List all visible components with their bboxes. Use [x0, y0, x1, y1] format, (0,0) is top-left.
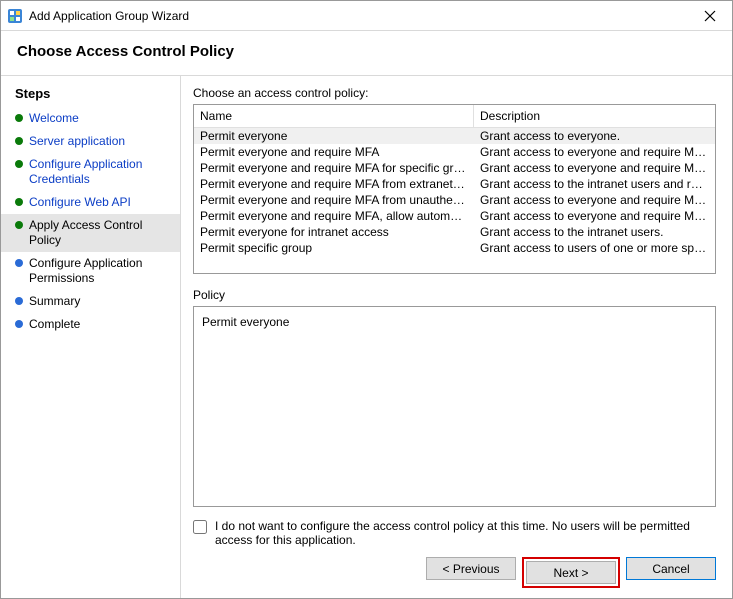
policy-rows: Permit everyone Grant access to everyone…	[194, 128, 715, 273]
steps-sidebar: Steps Welcome Server application Configu…	[1, 76, 181, 598]
step-dot-icon	[15, 114, 23, 122]
step-dot-icon	[15, 320, 23, 328]
policy-row[interactable]: Permit specific group Grant access to us…	[194, 240, 715, 256]
policy-row[interactable]: Permit everyone and require MFA, allow a…	[194, 208, 715, 224]
step-dot-icon	[15, 137, 23, 145]
col-desc-header[interactable]: Description	[474, 105, 715, 127]
policy-desc: Grant access to the intranet users.	[474, 224, 715, 240]
step-label: Apply Access Control Policy	[29, 218, 170, 248]
policy-row[interactable]: Permit everyone for intranet access Gran…	[194, 224, 715, 240]
policy-list-header: Name Description	[194, 105, 715, 128]
policy-desc: Grant access to everyone and require MFA…	[474, 160, 715, 176]
policy-row[interactable]: Permit everyone and require MFA Grant ac…	[194, 144, 715, 160]
step-dot-icon	[15, 297, 23, 305]
titlebar: Add Application Group Wizard	[1, 1, 732, 31]
opt-out-row: I do not want to configure the access co…	[193, 519, 716, 547]
app-icon	[7, 8, 23, 24]
step-label: Configure Web API	[29, 195, 170, 210]
policy-desc: Grant access to everyone and require MFA…	[474, 144, 715, 160]
opt-out-label: I do not want to configure the access co…	[215, 519, 716, 547]
page-header: Choose Access Control Policy	[1, 31, 732, 76]
main-panel: Choose an access control policy: Name De…	[181, 76, 732, 598]
policy-name: Permit everyone	[194, 128, 474, 144]
step-label: Summary	[29, 294, 170, 309]
policy-name: Permit everyone and require MFA from ext…	[194, 176, 474, 192]
step-configure-credentials[interactable]: Configure Application Credentials	[1, 153, 180, 191]
wizard-window: Add Application Group Wizard Choose Acce…	[0, 0, 733, 599]
wizard-buttons: < Previous Next > Cancel	[193, 557, 716, 588]
step-label: Configure Application Permissions	[29, 256, 170, 286]
step-complete[interactable]: Complete	[1, 313, 180, 336]
policy-desc: Grant access to everyone.	[474, 128, 715, 144]
step-dot-icon	[15, 221, 23, 229]
policy-desc: Grant access to everyone and require MFA…	[474, 192, 715, 208]
close-button[interactable]	[687, 1, 732, 30]
content: Steps Welcome Server application Configu…	[1, 76, 732, 598]
step-dot-icon	[15, 198, 23, 206]
policy-name: Permit everyone for intranet access	[194, 224, 474, 240]
policy-row[interactable]: Permit everyone and require MFA from una…	[194, 192, 715, 208]
policy-desc: Grant access to the intranet users and r…	[474, 176, 715, 192]
close-icon	[704, 10, 716, 22]
step-summary[interactable]: Summary	[1, 290, 180, 313]
policy-list[interactable]: Name Description Permit everyone Grant a…	[193, 104, 716, 274]
step-configure-web-api[interactable]: Configure Web API	[1, 191, 180, 214]
policy-row[interactable]: Permit everyone Grant access to everyone…	[194, 128, 715, 144]
col-name-header[interactable]: Name	[194, 105, 474, 127]
policy-name: Permit everyone and require MFA, allow a…	[194, 208, 474, 224]
opt-out-checkbox[interactable]	[193, 520, 207, 534]
step-apply-access-control[interactable]: Apply Access Control Policy	[1, 214, 180, 252]
step-server-application[interactable]: Server application	[1, 130, 180, 153]
next-button-highlight: Next >	[522, 557, 620, 588]
policy-name: Permit everyone and require MFA for spec…	[194, 160, 474, 176]
window-title: Add Application Group Wizard	[29, 9, 189, 23]
step-dot-icon	[15, 259, 23, 267]
policy-detail-box: Permit everyone	[193, 306, 716, 507]
previous-button[interactable]: < Previous	[426, 557, 516, 580]
steps-heading: Steps	[1, 82, 180, 107]
policy-desc: Grant access to everyone and require MFA…	[474, 208, 715, 224]
policy-detail-text: Permit everyone	[202, 315, 289, 329]
policy-detail-label: Policy	[193, 288, 716, 302]
policy-name: Permit specific group	[194, 240, 474, 256]
choose-policy-label: Choose an access control policy:	[193, 86, 716, 100]
step-configure-permissions[interactable]: Configure Application Permissions	[1, 252, 180, 290]
cancel-button[interactable]: Cancel	[626, 557, 716, 580]
page-title: Choose Access Control Policy	[17, 43, 716, 60]
step-label: Welcome	[29, 111, 170, 126]
step-label: Server application	[29, 134, 170, 149]
policy-row[interactable]: Permit everyone and require MFA for spec…	[194, 160, 715, 176]
step-dot-icon	[15, 160, 23, 168]
step-welcome[interactable]: Welcome	[1, 107, 180, 130]
policy-name: Permit everyone and require MFA from una…	[194, 192, 474, 208]
policy-name: Permit everyone and require MFA	[194, 144, 474, 160]
policy-desc: Grant access to users of one or more spe…	[474, 240, 715, 256]
next-button[interactable]: Next >	[526, 561, 616, 584]
step-label: Complete	[29, 317, 170, 332]
step-label: Configure Application Credentials	[29, 157, 170, 187]
policy-row[interactable]: Permit everyone and require MFA from ext…	[194, 176, 715, 192]
